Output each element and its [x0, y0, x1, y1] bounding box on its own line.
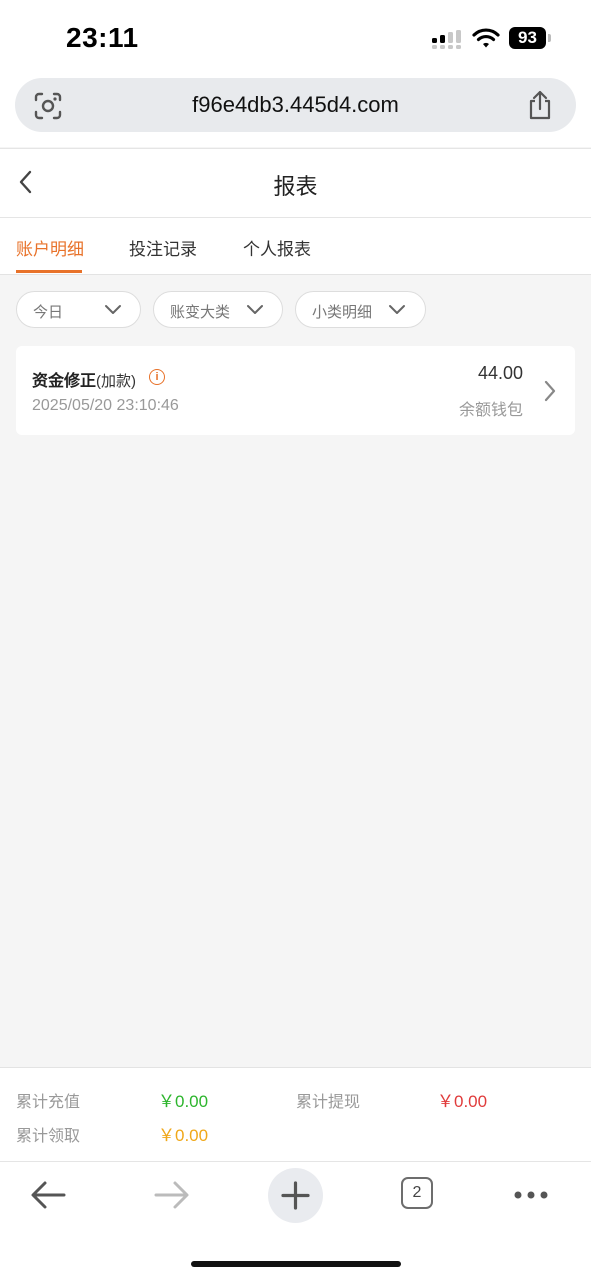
share-icon[interactable]	[526, 89, 554, 121]
status-bar: 23:11 93	[0, 0, 591, 75]
home-indicator[interactable]	[191, 1261, 401, 1267]
tab-personal-report[interactable]: 个人报表	[243, 235, 311, 260]
recharge-value: ￥0.00	[158, 1092, 209, 1111]
chevron-down-icon	[247, 305, 263, 314]
record-title: 资金修正(加款)	[32, 367, 136, 391]
browser-forward-icon[interactable]	[153, 1179, 191, 1211]
wifi-icon	[472, 28, 500, 48]
url-text[interactable]: f96e4db3.445d4.com	[15, 92, 576, 118]
tab-bet-records[interactable]: 投注记录	[129, 235, 197, 260]
date-filter-label: 今日	[33, 304, 64, 321]
battery-level: 93	[509, 27, 546, 49]
record-amount: 44.00	[477, 363, 523, 383]
chevron-down-icon	[389, 305, 405, 314]
date-filter[interactable]: 今日	[16, 291, 141, 328]
claim-label: 累计领取	[16, 1128, 81, 1145]
status-time: 23:11	[66, 22, 139, 53]
browser-url-area: f96e4db3.445d4.com	[0, 75, 591, 147]
subcategory-filter[interactable]: 小类明细	[295, 291, 426, 328]
address-bar[interactable]: f96e4db3.445d4.com	[15, 78, 576, 132]
withdraw-value: ￥0.00	[437, 1092, 488, 1111]
category-filter[interactable]: 账变大类	[153, 291, 283, 328]
subcategory-filter-label: 小类明细	[312, 304, 373, 321]
chevron-right-icon	[544, 380, 556, 402]
summary-footer: 累计充值 ￥0.00 累计提现 ￥0.00 累计领取 ￥0.00	[0, 1067, 591, 1162]
more-icon[interactable]	[513, 1189, 549, 1201]
active-tab-indicator	[16, 270, 82, 273]
info-icon[interactable]: i	[149, 369, 165, 385]
browser-back-icon[interactable]	[29, 1179, 67, 1211]
record-wallet: 余额钱包	[458, 402, 523, 419]
new-tab-button[interactable]	[268, 1168, 323, 1223]
record-subtype: (加款)	[96, 373, 137, 390]
page-header: 报表	[0, 148, 591, 218]
record-card[interactable]: 资金修正(加款) i 2025/05/20 23:10:46 44.00 余额钱…	[16, 346, 575, 435]
cellular-signal-icon	[432, 30, 461, 49]
record-type: 资金修正	[32, 373, 97, 390]
claim-value: ￥0.00	[158, 1126, 209, 1145]
battery-nub	[548, 34, 551, 42]
page-title: 报表	[273, 174, 318, 199]
report-tabs: 账户明细 投注记录 个人报表	[0, 218, 591, 275]
tab-switcher-button[interactable]: 2	[401, 1177, 433, 1209]
chevron-down-icon	[105, 305, 121, 314]
withdraw-label: 累计提现	[296, 1094, 361, 1111]
new-tab-icon	[281, 1181, 310, 1210]
record-time: 2025/05/20 23:10:46	[32, 397, 179, 414]
recharge-label: 累计充值	[16, 1094, 81, 1111]
category-filter-label: 账变大类	[170, 304, 231, 321]
tab-account-details[interactable]: 账户明细	[16, 235, 84, 260]
